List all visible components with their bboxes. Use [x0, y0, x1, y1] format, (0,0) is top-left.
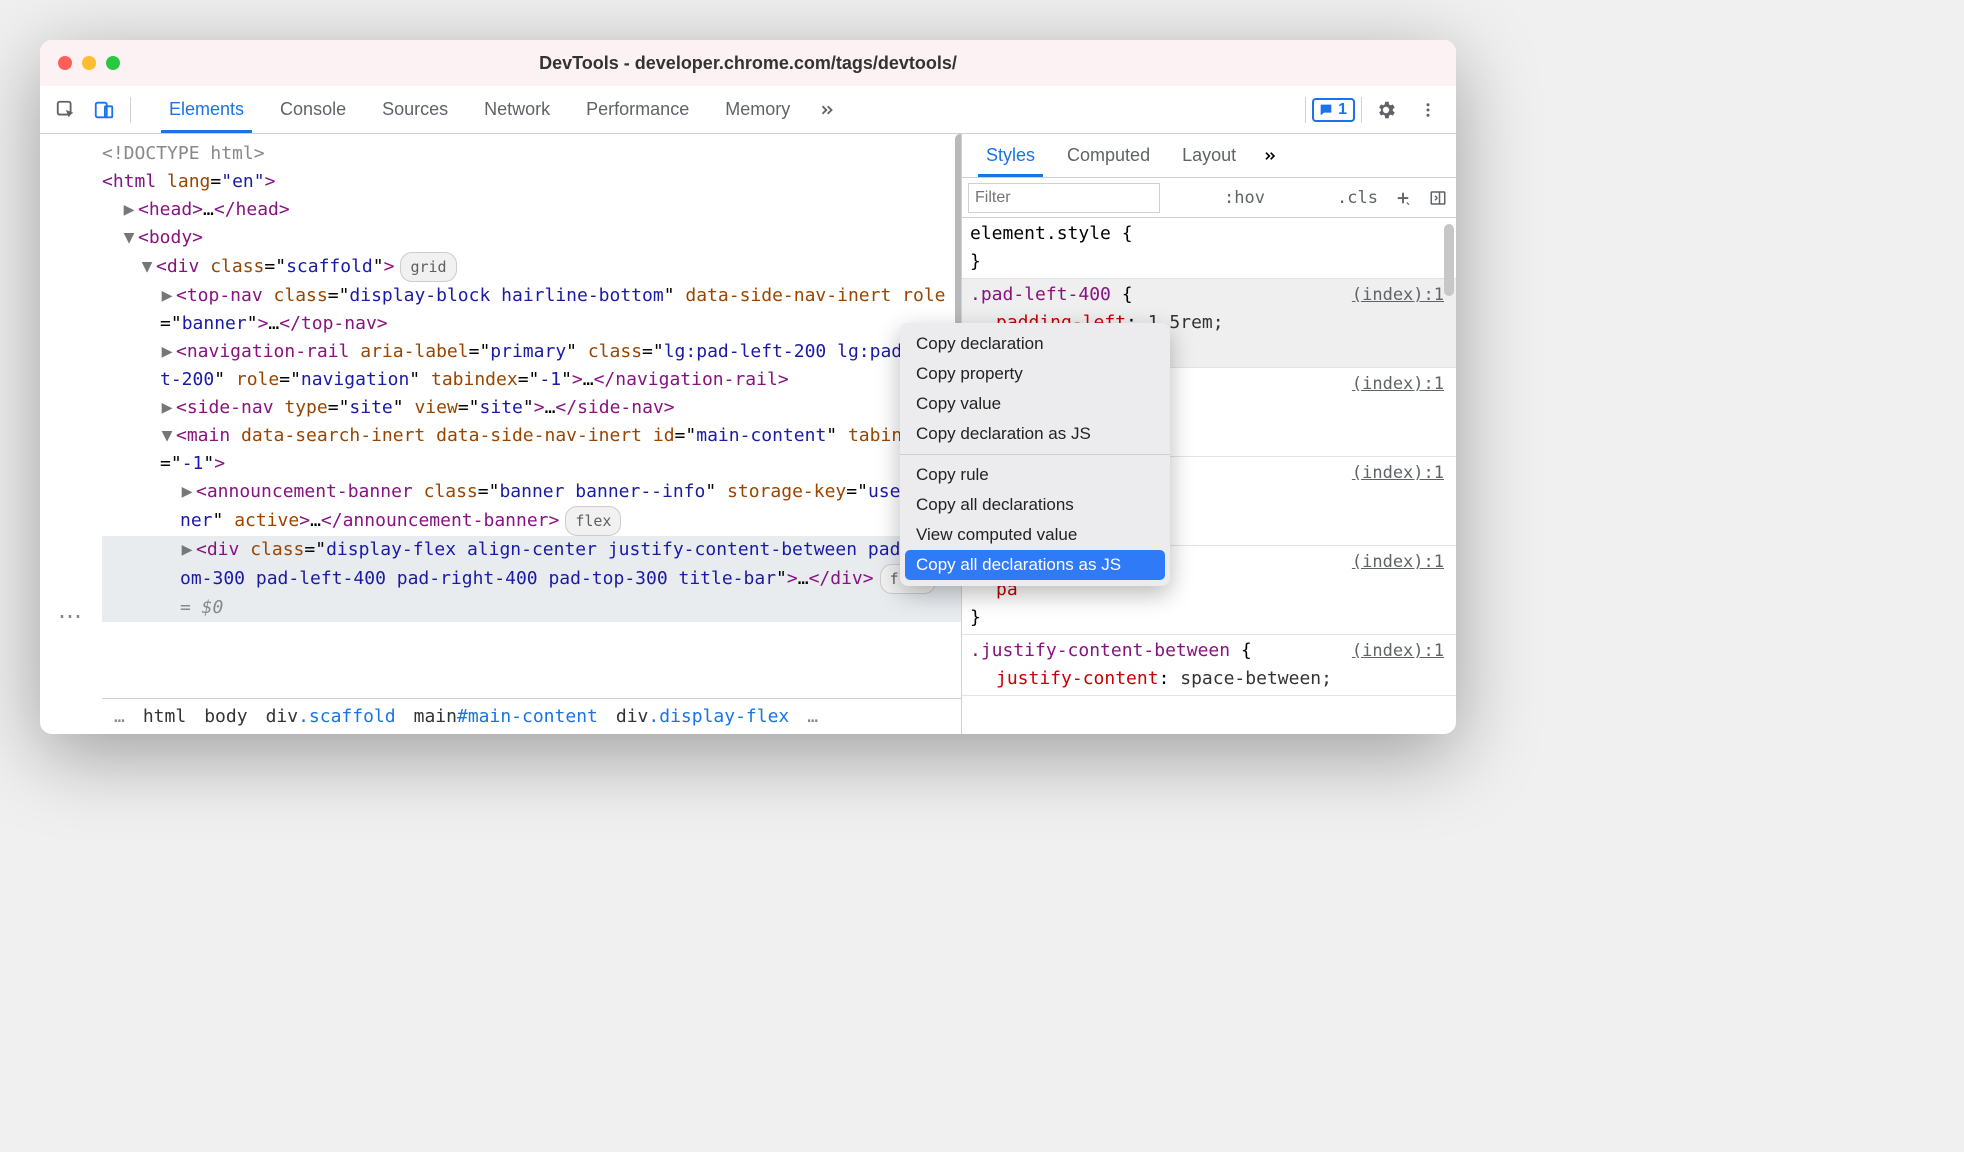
main-node[interactable]: ▼<main data-search-inert data-side-nav-i…: [102, 422, 961, 478]
separator: [1305, 97, 1306, 123]
maximize-window-button[interactable]: [106, 56, 120, 70]
more-tabs-icon[interactable]: [808, 86, 846, 133]
element-style-rule[interactable]: element.style {}: [962, 218, 1456, 279]
close-window-button[interactable]: [58, 56, 72, 70]
selected-node[interactable]: ▶<div class="display-flex align-center j…: [102, 536, 961, 622]
breadcrumb-item[interactable]: body: [204, 703, 247, 731]
rule-source[interactable]: (index):1: [1352, 281, 1444, 309]
new-rule-icon[interactable]: [1386, 189, 1420, 207]
menu-view-computed[interactable]: View computed value: [900, 520, 1170, 550]
devtools-window: DevTools - developer.chrome.com/tags/dev…: [40, 40, 1456, 734]
device-toggle-icon[interactable]: [86, 92, 122, 128]
head-node[interactable]: ▶<head>…</head>: [102, 196, 961, 224]
traffic-lights: [58, 56, 120, 70]
flex-badge[interactable]: flex: [565, 506, 621, 536]
context-menu: Copy declaration Copy property Copy valu…: [900, 323, 1170, 586]
tab-network[interactable]: Network: [466, 86, 568, 133]
more-tabs-icon[interactable]: [1252, 134, 1288, 177]
cls-toggle[interactable]: .cls: [1329, 188, 1386, 208]
issues-count: 1: [1338, 101, 1347, 119]
html-node[interactable]: <html lang="en">: [102, 168, 961, 196]
issues-badge[interactable]: 1: [1312, 98, 1355, 122]
titlebar: DevTools - developer.chrome.com/tags/dev…: [40, 40, 1456, 86]
rule-source[interactable]: (index):1: [1352, 548, 1444, 576]
menu-copy-property[interactable]: Copy property: [900, 359, 1170, 389]
tab-elements[interactable]: Elements: [151, 86, 262, 133]
left-gutter: ⋯: [40, 134, 102, 734]
settings-gear-icon[interactable]: [1368, 92, 1404, 128]
panel-tabs: Elements Console Sources Network Perform…: [151, 86, 846, 133]
css-rule[interactable]: (index):1 .justify-content-between { jus…: [962, 635, 1456, 696]
tab-sources[interactable]: Sources: [364, 86, 466, 133]
menu-copy-value[interactable]: Copy value: [900, 389, 1170, 419]
sidenav-node[interactable]: ▶<side-nav type="site" view="site">…</si…: [102, 394, 961, 422]
navrail-node[interactable]: ▶<navigation-rail aria-label="primary" c…: [102, 338, 961, 394]
row-menu-icon[interactable]: ⋯: [40, 602, 102, 631]
content-area: ⋯ <!DOCTYPE html> <html lang="en"> ▶<hea…: [40, 134, 1456, 734]
breadcrumb-item[interactable]: main#main-content: [414, 703, 598, 731]
minimize-window-button[interactable]: [82, 56, 96, 70]
scaffold-node[interactable]: ▼<div class="scaffold">grid: [102, 252, 961, 282]
tab-computed[interactable]: Computed: [1051, 134, 1166, 177]
breadcrumb-item[interactable]: div.scaffold: [266, 703, 396, 731]
rule-source[interactable]: (index):1: [1352, 370, 1444, 398]
menu-copy-declaration-js[interactable]: Copy declaration as JS: [900, 419, 1170, 449]
tab-console[interactable]: Console: [262, 86, 364, 133]
grid-badge[interactable]: grid: [400, 252, 456, 282]
breadcrumb-overflow[interactable]: …: [807, 703, 818, 731]
announcement-node[interactable]: ▶<announcement-banner class="banner bann…: [102, 478, 961, 536]
menu-copy-all-declarations-js[interactable]: Copy all declarations as JS: [905, 550, 1165, 580]
sidebar-toggle-icon[interactable]: [1420, 189, 1456, 207]
hov-toggle[interactable]: :hov: [1216, 188, 1273, 208]
tab-memory[interactable]: Memory: [707, 86, 808, 133]
rule-source[interactable]: (index):1: [1352, 459, 1444, 487]
styles-filter-input[interactable]: [968, 183, 1160, 213]
menu-copy-declaration[interactable]: Copy declaration: [900, 329, 1170, 359]
tab-performance[interactable]: Performance: [568, 86, 707, 133]
scrollbar[interactable]: [1444, 224, 1454, 296]
tab-layout[interactable]: Layout: [1166, 134, 1252, 177]
rule-source[interactable]: (index):1: [1352, 637, 1444, 665]
separator: [130, 97, 131, 123]
separator: [1361, 97, 1362, 123]
kebab-menu-icon[interactable]: [1410, 92, 1446, 128]
topnav-node[interactable]: ▶<top-nav class="display-block hairline-…: [102, 282, 961, 338]
body-node[interactable]: ▼<body>: [102, 224, 961, 252]
window-title: DevTools - developer.chrome.com/tags/dev…: [539, 53, 957, 74]
breadcrumb-item[interactable]: div.display-flex: [616, 703, 789, 731]
main-toolbar: Elements Console Sources Network Perform…: [40, 86, 1456, 134]
tab-styles[interactable]: Styles: [970, 134, 1051, 177]
menu-copy-rule[interactable]: Copy rule: [900, 460, 1170, 490]
doctype-node[interactable]: <!DOCTYPE html>: [102, 140, 961, 168]
breadcrumb-item[interactable]: html: [143, 703, 186, 731]
breadcrumb-overflow[interactable]: …: [114, 703, 125, 731]
breadcrumbs: … html body div.scaffold main#main-conte…: [102, 698, 961, 734]
menu-copy-all-declarations[interactable]: Copy all declarations: [900, 490, 1170, 520]
elements-panel[interactable]: <!DOCTYPE html> <html lang="en"> ▶<head>…: [102, 134, 961, 734]
separator: [900, 454, 1170, 455]
inspect-element-icon[interactable]: [48, 92, 84, 128]
